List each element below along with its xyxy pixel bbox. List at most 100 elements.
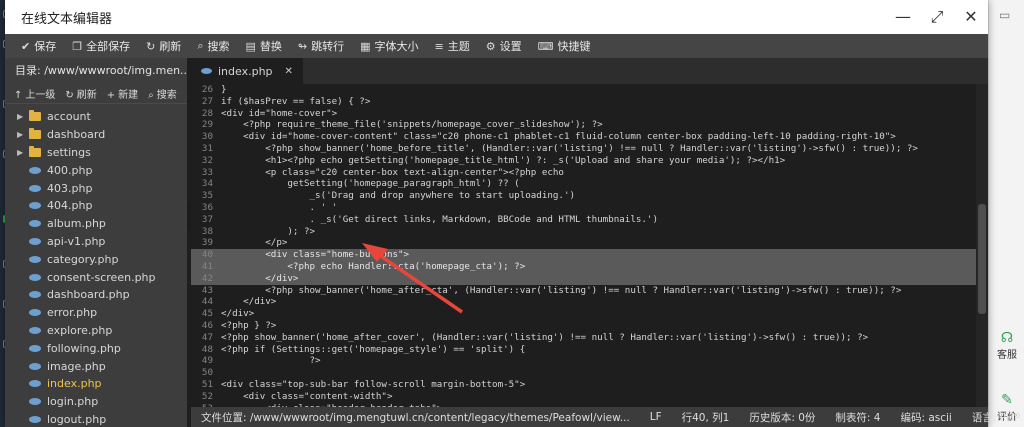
file-item[interactable]: 400.php — [5, 161, 187, 179]
status-bar: 文件位置: /www/wwwroot/img.mengtuwl.cn/conte… — [191, 407, 1020, 427]
file-tree-label: image.php — [47, 359, 106, 373]
code-line[interactable]: 45 </div> — [191, 308, 976, 320]
line-number: 37 — [201, 213, 213, 225]
toolbar-button-2[interactable]: ↻ 刷新 — [138, 34, 189, 58]
code-line[interactable]: 39 </p> — [191, 237, 976, 249]
file-item[interactable]: consent-screen.php — [5, 268, 187, 286]
code-line[interactable]: 31 <?php show_banner('home_before_title'… — [191, 143, 976, 155]
code-line[interactable]: 41 <?php echo Handler::cta('homepage_cta… — [191, 260, 976, 273]
file-item[interactable]: error.php — [5, 304, 187, 322]
file-item[interactable]: dashboard.php — [5, 286, 187, 304]
line-number: 35 — [201, 190, 213, 202]
line-ending[interactable]: LF — [640, 411, 672, 423]
line-number: 30 — [201, 131, 213, 143]
code-line[interactable]: 34 getSetting('homepage_paragraph_html')… — [191, 178, 976, 190]
maximize-button[interactable]: ⤢ — [920, 0, 954, 34]
code-line[interactable]: 43 <?php show_banner('home_after_cta', (… — [191, 285, 976, 297]
folder-item[interactable]: ▶ account — [5, 108, 187, 126]
goto-line-icon: ↬ — [297, 39, 308, 53]
toolbar-button-7[interactable]: ≡ 主题 — [427, 34, 478, 58]
file-tree-label: error.php — [47, 306, 98, 320]
code-line[interactable]: 47 <?php show_banner('home_after_cover', … — [191, 332, 976, 344]
file-item[interactable]: api-v1.php — [5, 233, 187, 251]
customer-service-button[interactable]: ☊ 客服 — [989, 330, 1024, 361]
code-line[interactable]: 30 <div id="home-cover-content" class="c… — [191, 131, 976, 143]
minimize-button[interactable]: — — [886, 0, 920, 34]
code-area[interactable]: 26} 27 if ($hasPrev == false) { ?> 28 <div i… — [191, 84, 976, 407]
code-line[interactable]: 49 ?> — [191, 355, 976, 367]
file-item[interactable]: logout.php — [5, 411, 187, 427]
sidebar-action-label: 刷新 — [76, 90, 97, 101]
code-line[interactable]: 51 <div class="top-sub-bar follow-scroll … — [191, 379, 976, 391]
close-button[interactable]: ✕ — [954, 0, 988, 34]
toolbar-button-label: 保存 — [34, 40, 57, 53]
file-item[interactable]: image.php — [5, 357, 187, 375]
file-tree-label: 404.php — [47, 199, 93, 213]
toolbar-button-9[interactable]: ⌨ 快捷键 — [530, 34, 599, 58]
toolbar-button-6[interactable]: ▦ 字体大小 — [352, 34, 426, 58]
language-mode[interactable]: 语言: PHP — [962, 410, 1024, 425]
toolbar-button-label: 设置 — [499, 40, 522, 53]
encoding[interactable]: 编码: ascii — [890, 410, 961, 425]
code-line[interactable]: 36 . ' ' — [191, 202, 976, 214]
file-tree-label: account — [47, 110, 91, 124]
file-item[interactable]: 404.php — [5, 197, 187, 215]
code-line[interactable]: 50 — [191, 367, 976, 379]
code-line[interactable]: 37 . _s('Get direct links, Markdown, BBC… — [191, 214, 976, 226]
code-line[interactable]: 38 ); ?> — [191, 226, 976, 238]
toolbar-button-5[interactable]: ↬ 跳转行 — [290, 34, 352, 58]
file-item[interactable]: explore.php — [5, 322, 187, 340]
line-number: 31 — [201, 142, 213, 154]
toolbar-button-3[interactable]: ⌕ 搜索 — [189, 34, 237, 58]
file-item[interactable]: album.php — [5, 215, 187, 233]
sidebar-action-1[interactable]: ↻ 刷新 — [60, 86, 101, 101]
php-file-icon — [29, 237, 41, 245]
code-line[interactable]: 52 <div class="content-width"> — [191, 391, 976, 403]
tab-index-php[interactable]: index.php ✕ — [191, 58, 303, 84]
code-text: getSetting('homepage_paragraph_html') ??… — [221, 178, 520, 190]
code-line[interactable]: 44 </div> — [191, 296, 976, 308]
toolbar-button-1[interactable]: ❐ 全部保存 — [64, 34, 138, 58]
php-file-icon — [29, 326, 41, 334]
toolbar-button-0[interactable]: ✔ 保存 — [13, 34, 64, 58]
file-item[interactable]: login.php — [5, 393, 187, 411]
code-line[interactable]: 40 <div class="home-buttons"> — [191, 249, 976, 261]
code-line[interactable]: 46 <?php } ?> — [191, 320, 976, 332]
file-tree-label: album.php — [47, 217, 106, 231]
code-line[interactable]: 32 <h1><?php echo getSetting('homepage_t… — [191, 155, 976, 167]
code-line[interactable]: 42 </div> — [191, 272, 976, 285]
file-item[interactable]: category.php — [5, 250, 187, 268]
file-item[interactable]: index.php — [5, 375, 187, 393]
code-line[interactable]: 27 if ($hasPrev == false) { ?> — [191, 96, 976, 108]
expand-caret-icon[interactable]: ▶ — [17, 148, 29, 157]
history-versions[interactable]: 历史版本: 0份 — [739, 410, 825, 425]
code-line[interactable]: 28 <div id="home-cover"> — [191, 108, 976, 120]
close-tab-icon[interactable]: ✕ — [285, 66, 293, 77]
folder-item[interactable]: ▶ dashboard — [5, 126, 187, 144]
tab-size[interactable]: 制表符: 4 — [825, 410, 890, 425]
file-sidebar: 目录: /www/wwwroot/img.men... ↑ 上一级 ↻ 刷新 + 新建 ⌕ 搜… — [5, 58, 187, 427]
code-line[interactable]: 48 <?php if (Settings::get('homepage_styl… — [191, 344, 976, 356]
file-item[interactable]: following.php — [5, 339, 187, 357]
expand-caret-icon[interactable]: ▶ — [17, 112, 29, 121]
sidebar-action-2[interactable]: + 新建 — [102, 86, 143, 101]
code-line[interactable]: 26} — [191, 84, 976, 96]
file-tree-label: category.php — [47, 252, 119, 266]
code-text: <div class="home-buttons"> — [221, 249, 410, 261]
vertical-scrollbar[interactable] — [976, 84, 988, 407]
scrollbar-thumb[interactable] — [978, 204, 986, 314]
toolbar-button-4[interactable]: ▤ 替换 — [237, 34, 289, 58]
folder-item[interactable]: ▶ settings — [5, 144, 187, 162]
code-line[interactable]: 35 _s('Drag and drop anywhere to start u… — [191, 190, 976, 202]
refresh-icon: ↻ — [65, 90, 74, 101]
code-line[interactable]: 29 <?php require_theme_file('snippets/ho… — [191, 119, 976, 131]
expand-caret-icon[interactable]: ▶ — [17, 130, 29, 139]
sidebar-action-3[interactable]: ⌕ 搜索 — [143, 86, 182, 101]
customer-service-label: 客服 — [997, 350, 1017, 361]
sidebar-action-0[interactable]: ↑ 上一级 — [9, 86, 60, 101]
sidebar-action-label: 新建 — [118, 90, 139, 101]
file-item[interactable]: 403.php — [5, 179, 187, 197]
code-line[interactable]: 33 <p class="c20 center-box text-align-c… — [191, 167, 976, 179]
toolbar-button-8[interactable]: ⚙ 设置 — [478, 34, 530, 58]
code-text: </div> — [221, 272, 299, 284]
